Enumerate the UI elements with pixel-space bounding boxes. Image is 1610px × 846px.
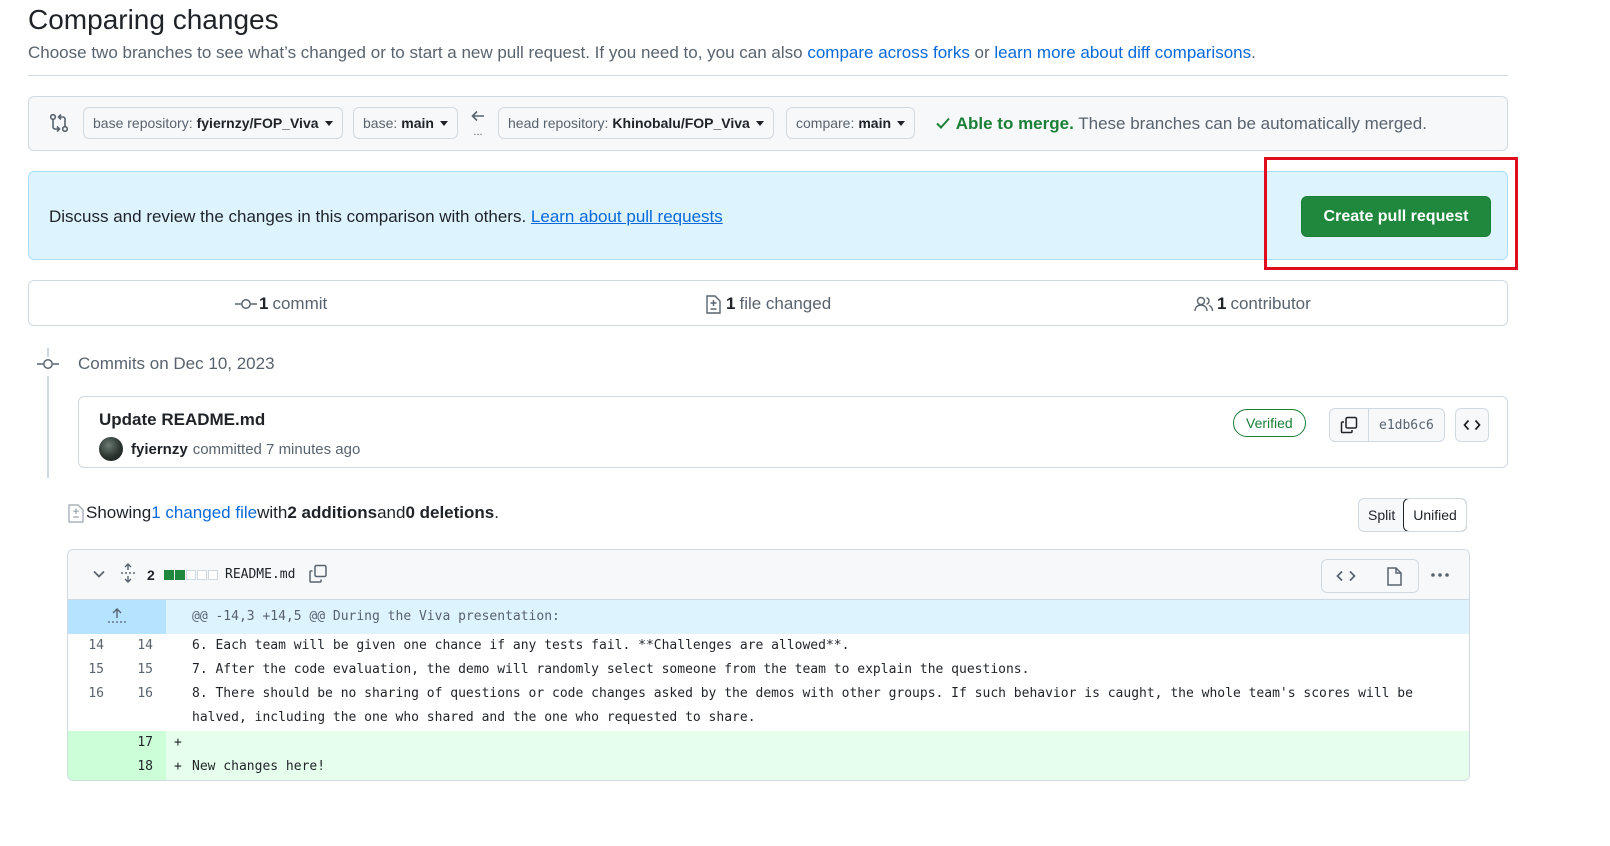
new-line-number[interactable]: 15 [123,662,153,677]
file-header: 2 README.md [68,550,1469,600]
head-repository-select[interactable]: head repository: Khinobalu/FOP_Viva [498,107,774,139]
old-line-number[interactable]: 16 [74,686,104,701]
diffstat-square [186,570,196,580]
contributors-tab[interactable]: 1 contributor [1194,294,1311,314]
file-diff-icon [706,294,721,314]
changed-files-link[interactable]: 1 changed file [151,503,257,523]
new-line-number[interactable]: 16 [123,686,153,701]
commit-sha-group: e1db6c6 [1329,408,1445,442]
diffstat-bar [164,570,219,580]
check-icon [936,117,950,129]
expand-all-icon[interactable] [120,563,136,583]
kebab-horizontal-icon[interactable] [1430,572,1450,578]
avatar[interactable] [99,437,123,461]
addition-marker: + [174,735,182,750]
diff-line-text: 7. After the code evaluation, the demo w… [192,662,1030,677]
commit-icon [37,357,59,376]
copy-icon[interactable] [308,564,328,584]
code-icon [1336,570,1356,582]
display-source-button[interactable] [1321,559,1371,593]
commit-list-item: Update README.md fyiernzy committed 7 mi… [78,396,1508,468]
create-pull-request-button[interactable]: Create pull request [1301,196,1491,237]
base-repository-select[interactable]: base repository: fyiernzy/FOP_Viva [83,107,343,139]
diff-line: 15 15 7. After the code evaluation, the … [68,658,1469,682]
expand-up-icon [108,608,126,623]
comparison-summary: 1 commit 1 file changed 1 contributor [28,280,1508,326]
range-editor: base repository: fyiernzy/FOP_Viva base: m… [28,96,1508,151]
diff-line: 16 16 8. There should be no sharing of q… [68,682,1469,731]
caret-down-icon [324,120,333,126]
display-rich-diff-button[interactable] [1370,559,1419,593]
diff-line: 14 14 6. Each team will be given one cha… [68,634,1469,658]
page-title: Comparing changes [28,4,279,35]
compare-across-forks-link[interactable]: compare across forks [807,43,970,62]
diff-line-text: 6. Each team will be given one chance if… [192,638,850,653]
copy-sha-button[interactable] [1330,409,1369,441]
chevron-down-icon[interactable] [92,567,106,581]
people-icon [1194,296,1214,312]
file-diff-icon [68,503,84,523]
old-line-number[interactable]: 14 [74,638,104,653]
git-compare-icon [49,113,69,138]
caret-down-icon [755,120,764,126]
diffstat-square [208,570,218,580]
title-divider [28,75,1508,76]
diff-line-addition: 17 + [68,731,1469,755]
commit-sha-link[interactable]: e1db6c6 [1369,409,1444,441]
diff-line-text-wrap: halved, including the one who shared and… [192,710,756,725]
file-icon [1387,566,1402,586]
verified-badge[interactable]: Verified [1233,409,1306,437]
hunk-text: @@ -14,3 +14,5 @@ During the Viva presen… [192,609,560,624]
commit-title-link[interactable]: Update README.md [99,410,265,430]
page-subtitle: Choose two branches to see what’s change… [28,43,1256,62]
diff-line-text: 8. There should be no sharing of questio… [192,686,1413,701]
base-branch-select[interactable]: base: main [353,107,458,139]
commits-tab[interactable]: 1 commit [235,294,327,314]
blankslate-text: Discuss and review the changes in this c… [49,207,723,226]
diffstat-square [197,570,207,580]
file-name-link[interactable]: README.md [225,567,295,582]
new-line-number[interactable]: 18 [123,759,153,774]
commit-author-link[interactable]: fyiernzy [131,441,188,458]
diff-line-addition: 18 + New changes here! [68,755,1469,780]
diff-line-text: New changes here! [192,759,326,774]
old-line-number[interactable]: 15 [74,662,104,677]
caret-down-icon [897,120,906,126]
merge-status: Able to merge. These branches can be aut… [935,114,1427,134]
compare-blankslate: Discuss and review the changes in this c… [28,171,1508,260]
browse-repository-button[interactable] [1455,408,1489,442]
learn-pull-requests-link[interactable]: Learn about pull requests [531,207,723,226]
unified-view-button[interactable]: Unified [1403,499,1466,531]
new-line-number[interactable]: 17 [123,735,153,750]
commits-date-heading: Commits on Dec 10, 2023 [78,354,275,373]
expand-up-button[interactable] [68,600,166,634]
diff-summary-line: Showing 1 changed file with 2 additions … [68,503,499,523]
code-icon [1463,419,1481,431]
hunk-header: @@ -14,3 +14,5 @@ During the Viva presen… [68,600,1469,634]
commit-icon [235,299,257,309]
learn-diff-comparisons-link[interactable]: learn more about diff comparisons [994,43,1251,62]
compare-branch-select[interactable]: compare: main [786,107,916,139]
diffstat-square [164,570,174,580]
commit-meta: fyiernzy committed 7 minutes ago [99,437,360,461]
new-line-number[interactable]: 14 [123,638,153,653]
addition-marker: + [174,759,182,774]
split-view-button[interactable]: Split [1359,499,1404,531]
caret-down-icon [439,120,448,126]
diffstat-count: 2 [147,567,155,583]
diff-view-toggle: Split Unified [1358,498,1467,532]
files-changed-tab[interactable]: 1 file changed [705,294,831,314]
file-diff: 2 README.md @@ -14,3 +14,5 @@ During the… [67,549,1470,781]
swap-arrow-icon[interactable]: ... [470,109,486,138]
diffstat-square [175,570,185,580]
copy-icon [1340,416,1358,434]
